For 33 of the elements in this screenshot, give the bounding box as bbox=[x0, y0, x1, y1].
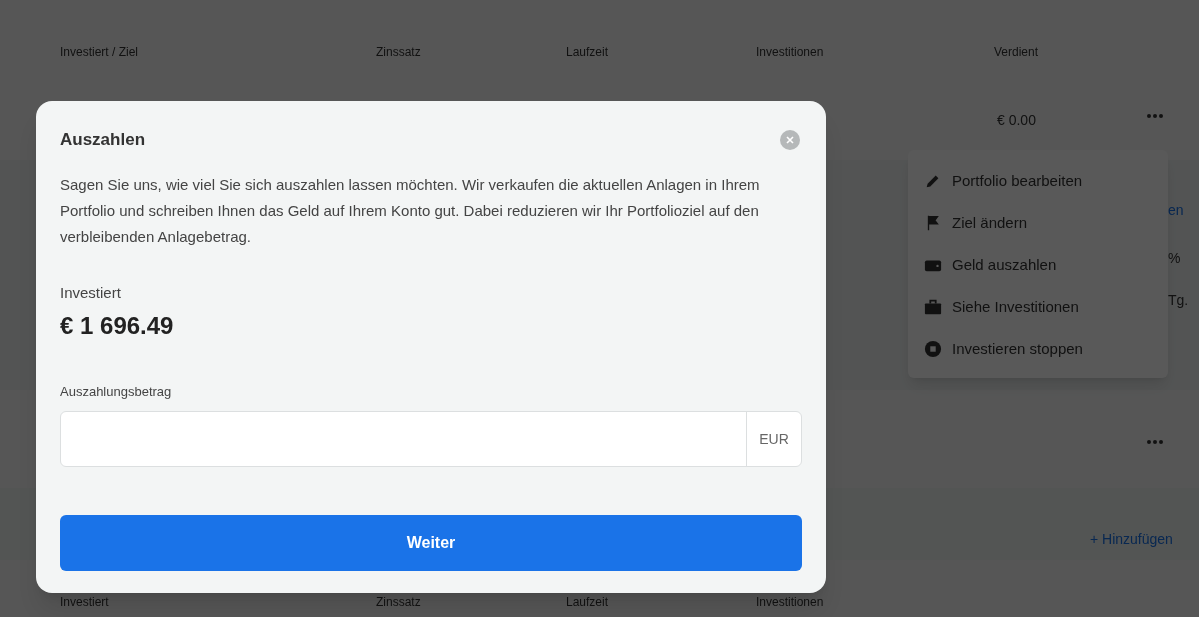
column-header: Investitionen bbox=[756, 594, 824, 611]
more-icon[interactable] bbox=[1147, 439, 1163, 445]
stop-icon bbox=[924, 340, 942, 358]
table-cell-text: Tg. bbox=[1168, 291, 1189, 310]
menu-item[interactable]: Portfolio bearbeiten bbox=[924, 160, 1152, 202]
column-header: Investitionen bbox=[756, 44, 824, 61]
column-header: Zinssatz bbox=[376, 44, 421, 61]
menu-item[interactable]: Siehe Investitionen bbox=[924, 286, 1152, 328]
dialog-description: Sagen Sie uns, wie viel Sie sich auszahlen lassen möchten. Wir verkaufen die aktuellen Anlagen in Ihrem Portfolio und schreiben Ihnen das Geld auf Ihrem Konto gut. Dabei reduzieren wir Ihr Portfolioziel auf den verbleibenden Anlagebetrag. bbox=[60, 175, 761, 247]
table-cell-text: % bbox=[1168, 249, 1181, 268]
invested-amount: € 1 696.49 bbox=[60, 310, 175, 341]
close-icon bbox=[786, 136, 794, 144]
table-cell-text: en bbox=[1168, 201, 1184, 220]
column-header: Investiert / Ziel bbox=[60, 44, 139, 61]
briefcase-icon bbox=[924, 298, 942, 316]
continue-button[interactable]: Weiter bbox=[60, 515, 802, 571]
column-header: Investiert bbox=[60, 594, 109, 611]
menu-item[interactable]: Geld auszahlen bbox=[924, 244, 1152, 286]
currency-label: EUR bbox=[746, 412, 801, 466]
add-link[interactable]: + Hinzufügen bbox=[1090, 529, 1173, 550]
menu-item[interactable]: Ziel ändern bbox=[924, 202, 1152, 244]
column-header: Laufzeit bbox=[566, 594, 609, 611]
table-cell-text: € 0.00 bbox=[997, 111, 1036, 130]
column-header: Zinssatz bbox=[376, 594, 421, 611]
column-header: Laufzeit bbox=[566, 44, 609, 61]
column-header: Verdient bbox=[994, 44, 1039, 61]
more-icon[interactable] bbox=[1147, 113, 1163, 119]
close-button[interactable] bbox=[780, 130, 800, 150]
invested-label: Investiert bbox=[60, 283, 122, 303]
dialog-title: Auszahlen bbox=[60, 129, 146, 152]
amount-field[interactable]: EUR bbox=[60, 411, 802, 467]
menu-item[interactable]: Investieren stoppen bbox=[924, 328, 1152, 370]
field-label: Auszahlungsbetrag bbox=[60, 382, 173, 401]
